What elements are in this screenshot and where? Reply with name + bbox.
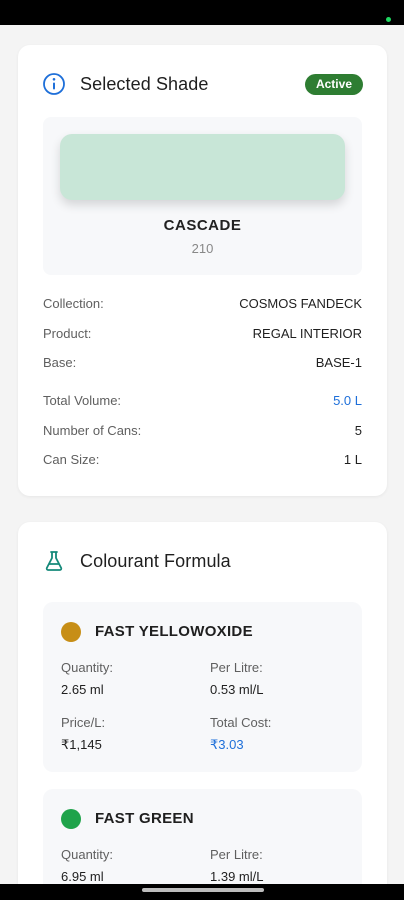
quantity-value: 2.65 ml xyxy=(61,682,104,697)
detail-label: Product: xyxy=(43,325,92,341)
quantity-field: Quantity: 6.95 ml xyxy=(61,847,113,885)
detail-label: Can Size: xyxy=(43,451,100,467)
colourant-formula-card: Colourant Formula FAST YELLOWOXIDE Quant… xyxy=(18,522,387,900)
per-litre-field: Per Litre: 0.53 ml/L xyxy=(210,660,263,698)
detail-value: 1 L xyxy=(343,451,362,467)
quantity-value: 6.95 ml xyxy=(61,869,104,884)
detail-row-number-of-cans: Number of Cans: 5 xyxy=(43,420,362,440)
total-cost-label: Total Cost: xyxy=(210,715,272,730)
status-bar xyxy=(0,0,404,25)
detail-row-product: Product: REGAL INTERIOR xyxy=(43,323,362,343)
per-litre-value: 0.53 ml/L xyxy=(210,682,264,697)
per-litre-field: Per Litre: 1.39 ml/L xyxy=(210,847,263,885)
shade-code: 210 xyxy=(191,241,214,256)
per-litre-label: Per Litre: xyxy=(210,847,263,862)
selected-shade-card: Selected Shade Active CASCADE 210 Collec… xyxy=(18,45,387,496)
detail-label: Total Volume: xyxy=(43,392,122,408)
quantity-field: Quantity: 2.65 ml xyxy=(61,660,113,698)
colourant-name: FAST YELLOWOXIDE xyxy=(95,623,253,640)
colourant-color-dot xyxy=(61,809,81,829)
shade-preview: CASCADE 210 xyxy=(43,117,362,275)
price-field: Price/L: ₹1,145 xyxy=(61,715,105,753)
detail-row-collection: Collection: COSMOS FANDECK xyxy=(43,293,362,313)
detail-row-total-volume: Total Volume: 5.0 L xyxy=(43,390,362,410)
colourant-formula-title: Colourant Formula xyxy=(80,550,231,571)
per-litre-value: 1.39 ml/L xyxy=(210,869,264,884)
selected-shade-header: Selected Shade Active xyxy=(42,71,363,97)
detail-value: COSMOS FANDECK xyxy=(239,295,362,311)
home-gesture-handle[interactable] xyxy=(142,888,264,892)
selected-shade-title: Selected Shade xyxy=(80,73,209,94)
quantity-label: Quantity: xyxy=(61,847,114,862)
detail-label: Base: xyxy=(43,354,77,370)
detail-value: REGAL INTERIOR xyxy=(252,325,362,341)
detail-row-can-size: Can Size: 1 L xyxy=(43,449,362,469)
colourant-formula-header: Colourant Formula xyxy=(42,548,363,574)
price-label: Price/L: xyxy=(61,715,106,730)
shade-name: CASCADE xyxy=(163,217,242,234)
detail-row-base: Base: BASE-1 xyxy=(43,352,362,372)
colourant-name: FAST GREEN xyxy=(95,810,194,827)
quantity-label: Quantity: xyxy=(61,660,114,675)
per-litre-label: Per Litre: xyxy=(210,660,263,675)
detail-label: Collection: xyxy=(43,295,104,311)
detail-label: Number of Cans: xyxy=(43,422,142,438)
flask-icon xyxy=(42,549,66,573)
total-cost-value: ₹3.03 xyxy=(210,737,244,752)
colourant-item: FAST YELLOWOXIDE Quantity: 2.65 ml Per L… xyxy=(43,602,362,772)
camera-indicator-dot xyxy=(386,17,391,22)
colourant-color-dot xyxy=(61,622,81,642)
total-cost-field: Total Cost: ₹3.03 xyxy=(210,715,271,753)
status-badge: Active xyxy=(304,74,363,95)
detail-value: 5.0 L xyxy=(333,392,362,408)
detail-value: BASE-1 xyxy=(315,354,362,370)
info-icon xyxy=(42,72,66,96)
shade-swatch xyxy=(60,134,345,200)
price-value: ₹1,145 xyxy=(61,737,102,752)
detail-value: 5 xyxy=(354,422,362,438)
navigation-bar xyxy=(0,884,404,900)
